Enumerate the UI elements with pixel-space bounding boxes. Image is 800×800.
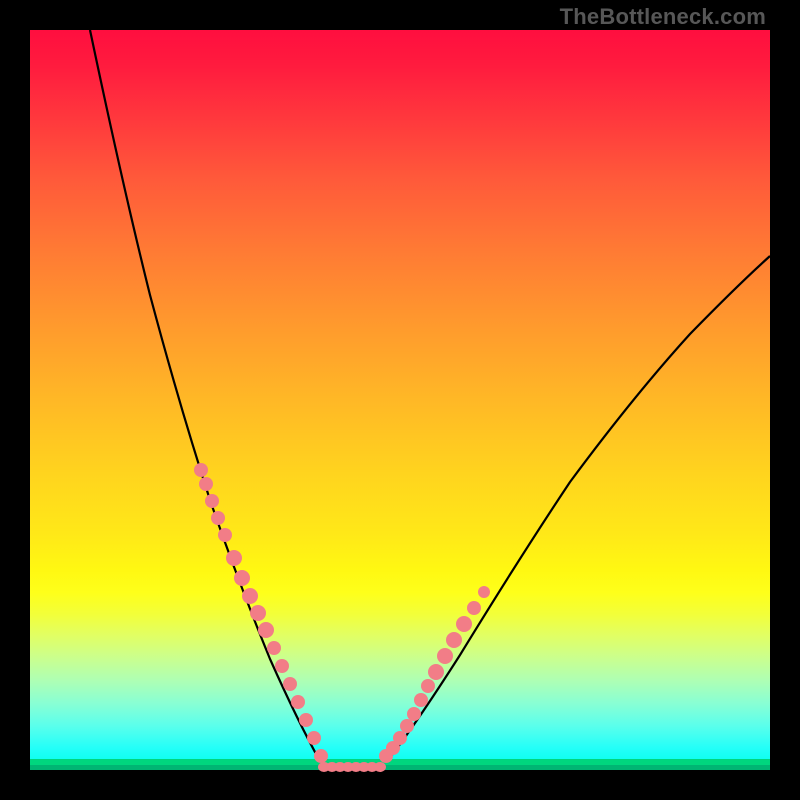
chart-svg	[30, 30, 770, 770]
curve-left-branch	[90, 30, 325, 770]
dots-left-group	[194, 463, 328, 763]
floor-band-deep	[30, 765, 770, 770]
chart-frame	[30, 30, 770, 770]
watermark-text: TheBottleneck.com	[560, 4, 766, 30]
curve-right-branch	[380, 256, 770, 770]
dots-right-group	[379, 586, 490, 763]
dots-floor-group	[318, 762, 386, 772]
